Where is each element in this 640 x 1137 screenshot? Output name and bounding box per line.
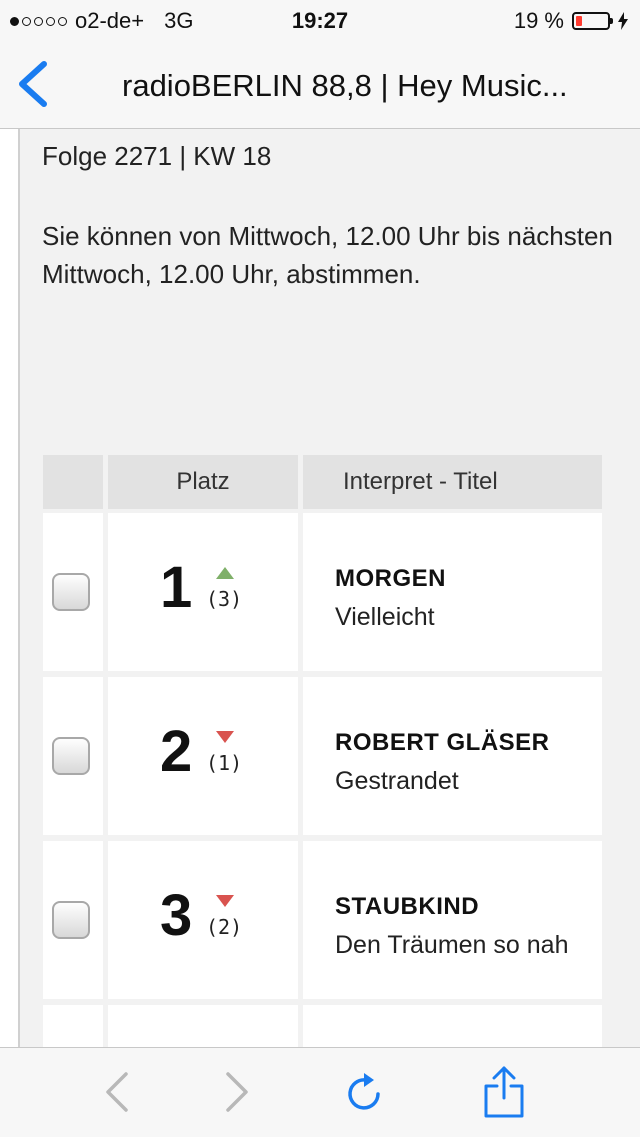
row-2-select-cell [43,677,103,835]
row-1-previous-rank: (3) [206,587,243,611]
row-1-select-cell [43,513,103,671]
battery-percent: 19 % [513,8,564,33]
chevron-right-icon [226,1072,248,1112]
row-2-rank-cell: 2 (1) [108,677,298,835]
back-button[interactable] [14,60,54,108]
row-3-title: Den Träumen so nah [335,931,569,959]
row-1-artist: MORGEN [335,565,446,592]
row-2-title: Gestrandet [335,767,459,795]
chevron-left-icon [19,61,47,107]
trend-up-icon [216,567,234,579]
trend-down-icon [216,731,234,743]
page-title: radioBERLIN 88,8 | Hey Music... [122,68,568,103]
navigation-bar: radioBERLIN 88,8 | Hey Music... [0,40,640,129]
share-button[interactable] [482,1064,526,1120]
status-bar: o2-de+ 3G 19:27 19 % [0,0,640,40]
row-3-select-cell [43,841,103,999]
row-3-rank: 3 [160,883,193,948]
row-1-rank-cell: 1 (3) [108,513,298,671]
row-1-title: Vielleicht [335,603,435,631]
header-rank: Platz [108,455,298,509]
row-3-rank-cell: 3 (2) [108,841,298,999]
row-3-artist: STAUBKIND [335,893,480,920]
reload-icon [348,1073,380,1110]
row-3-checkbox[interactable] [52,901,90,939]
row-2-artist: ROBERT GLÄSER [335,729,550,756]
battery-icon [572,12,613,30]
header-track: Interpret - Titel [303,455,602,509]
row-2-previous-rank: (1) [206,751,243,775]
trend-down-icon [216,895,234,907]
row-4-select-cell [43,1005,103,1047]
chevron-left-icon [106,1072,128,1112]
reload-button[interactable] [342,1070,386,1114]
web-content[interactable]: Folge 2271 | KW 18 Sie können von Mittwo… [0,129,640,1047]
charging-bolt-icon [618,12,628,30]
browser-back-button[interactable] [96,1070,140,1114]
browser-forward-button[interactable] [214,1070,258,1114]
header-track-label: Interpret - Titel [343,468,498,495]
status-right: 19 % [514,8,628,34]
row-4-rank-cell [108,1005,298,1047]
content-panel: Folge 2271 | KW 18 Sie können von Mittwo… [18,129,640,1047]
row-2-rank: 2 [160,719,193,784]
header-rank-label: Platz [176,468,230,495]
row-1-rank: 1 [160,555,193,620]
row-3-previous-rank: (2) [206,915,243,939]
share-icon [484,1066,524,1118]
browser-toolbar [0,1047,640,1137]
voting-info: Sie können von Mittwoch, 12.00 Uhr bis n… [42,221,613,289]
row-1-checkbox[interactable] [52,573,90,611]
episode-info: Folge 2271 | KW 18 [42,141,272,171]
row-3-track-cell: STAUBKIND Den Träumen so nah [303,841,602,999]
row-2-checkbox[interactable] [52,737,90,775]
row-1-track-cell: MORGEN Vielleicht [303,513,602,671]
row-2-track-cell: ROBERT GLÄSER Gestrandet [303,677,602,835]
row-4-track-cell [303,1005,602,1047]
header-select [43,455,103,509]
